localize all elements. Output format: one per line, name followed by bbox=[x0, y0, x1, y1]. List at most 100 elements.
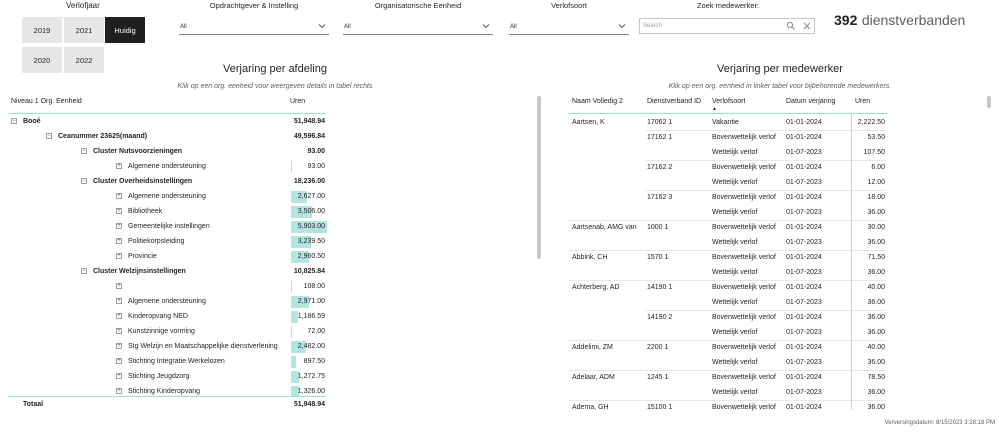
left-table-row[interactable]: +108.00 bbox=[8, 279, 328, 294]
expand-icon[interactable]: + bbox=[116, 388, 122, 394]
left-table-row[interactable]: − Cluster Nutsvoorzieningen 93.00 bbox=[8, 144, 328, 159]
expand-icon[interactable]: + bbox=[116, 313, 122, 319]
right-table-row[interactable]: 14190 2 Bovenwettelijk verlof 01-01-2024 36… bbox=[569, 310, 889, 325]
cell-naam bbox=[572, 190, 644, 205]
collapse-icon[interactable]: − bbox=[81, 268, 87, 274]
right-table-row[interactable]: Wettelijk verlof 01-07-2023 36.00 bbox=[569, 205, 889, 220]
left-table-row[interactable]: + Stg Welzijn en Maatschappelijke dienstv… bbox=[8, 339, 328, 354]
cell-uren: 107.50 bbox=[863, 149, 885, 156]
left-table-row[interactable]: + Algemene ondersteuning 2,971.00 bbox=[8, 294, 328, 309]
collapse-icon[interactable]: − bbox=[11, 118, 17, 124]
cell-datum: 01-07-2023 bbox=[786, 179, 822, 186]
dropdown-verlofsoort[interactable]: All bbox=[509, 19, 629, 35]
left-table-row[interactable]: + Politiekorpsleiding 3,239.50 bbox=[8, 234, 328, 249]
right-table-row[interactable]: Wettelijk verlof 01-07-2023 36.00 bbox=[569, 385, 889, 400]
left-table-row[interactable]: − Cluster Welzijnsinstellingen 10,825.84 bbox=[8, 264, 328, 279]
left-table-row[interactable]: + Algemene ondersteuning 93.00 bbox=[8, 159, 328, 174]
expand-icon[interactable]: + bbox=[116, 238, 122, 244]
left-header-uren[interactable]: Uren bbox=[290, 98, 305, 105]
sort-ascending-icon[interactable]: ▲ bbox=[712, 106, 717, 112]
expand-icon[interactable]: + bbox=[116, 283, 122, 289]
left-table-row[interactable]: + Stichting Kinderopvang 1,326.00 bbox=[8, 384, 328, 396]
right-table-row[interactable]: Addelimi, ZM 2200 1 Bovenwettelijk verlof 0… bbox=[569, 340, 889, 355]
year-button-2019[interactable]: 2019 bbox=[22, 17, 62, 43]
cell-naam: Aartsenab, AMG van bbox=[572, 224, 637, 231]
right-table-row[interactable]: Wettelijk verlof 01-07-2023 36.00 bbox=[569, 355, 889, 370]
expand-icon[interactable]: + bbox=[116, 223, 122, 229]
row-label: Kinderopvang NED bbox=[128, 313, 188, 320]
left-table-row[interactable]: + Provincie 2,960.50 bbox=[8, 249, 328, 264]
expand-icon[interactable]: + bbox=[116, 358, 122, 364]
right-table-row[interactable]: Adema, GH 15100 1 Bovenwettelijk verlof 01-… bbox=[569, 400, 889, 414]
collapse-icon[interactable]: − bbox=[81, 178, 87, 184]
dropdown-opdrachtgever[interactable]: All bbox=[179, 19, 329, 35]
cell-uren: 78.50 bbox=[867, 374, 885, 381]
cell-soort: Bovenwettelijk verlof bbox=[712, 404, 776, 411]
cell-naam bbox=[572, 385, 644, 400]
right-header-verlofsoort[interactable]: Verlofsoort bbox=[712, 98, 745, 105]
left-table-row[interactable]: − Ceanummer 23625(maand) 49,596.84 bbox=[8, 129, 328, 144]
expand-icon[interactable]: + bbox=[116, 253, 122, 259]
cell-naam bbox=[572, 355, 644, 370]
left-table-row[interactable]: + Gemeentelijke instellingen 5,903.00 bbox=[8, 219, 328, 234]
right-table-row[interactable]: 17162 1 Bovenwettelijk verlof 01-01-2024 53… bbox=[569, 130, 889, 145]
right-table-row[interactable]: Wettelijk verlof 01-07-2023 107.50 bbox=[569, 145, 889, 160]
right-table-row[interactable]: 17162 2 Bovenwettelijk verlof 01-01-2024 6.… bbox=[569, 160, 889, 175]
cell-uren: 2,222.50 bbox=[857, 119, 885, 126]
cell-id: 1000 1 bbox=[647, 224, 669, 231]
search-icon[interactable] bbox=[786, 21, 796, 31]
left-scrollbar[interactable] bbox=[537, 96, 541, 259]
right-table-row[interactable]: Wettelijk verlof 01-07-2023 12.00 bbox=[569, 175, 889, 190]
expand-icon[interactable]: + bbox=[116, 328, 122, 334]
left-table-row[interactable]: − Cluster Overheidsinstellingen 18,236.00 bbox=[8, 174, 328, 189]
right-header-naam[interactable]: Naam Volledig 2 bbox=[572, 98, 623, 105]
cell-datum: 01-01-2024 bbox=[786, 284, 822, 291]
right-table-row[interactable]: Wettelijk verlof 01-07-2023 36.00 bbox=[569, 325, 889, 340]
right-table-row[interactable]: Wettelijk verlof 01-07-2023 36.00 bbox=[569, 235, 889, 250]
right-table-row[interactable]: Achterberg, AD 14190 1 Bovenwettelijk verl… bbox=[569, 280, 889, 295]
cell-id: 17162 2 bbox=[647, 164, 673, 171]
cell-soort: Bovenwettelijk verlof bbox=[712, 164, 776, 171]
right-header-datum[interactable]: Datum verjaring bbox=[786, 98, 835, 105]
left-table-row[interactable]: + Bibliotheek 3,506.00 bbox=[8, 204, 328, 219]
left-header-org-eenheid[interactable]: Niveau 1 Org. Eenheid bbox=[11, 98, 82, 105]
row-value: 93.00 bbox=[307, 148, 325, 155]
right-table-row[interactable]: Wettelijk verlof 01-07-2023 36.00 bbox=[569, 295, 889, 310]
right-header-dienstverband[interactable]: Dienstverband ID bbox=[647, 98, 701, 105]
expand-icon[interactable]: + bbox=[116, 298, 122, 304]
search-placeholder: Search bbox=[643, 23, 663, 29]
left-table-row[interactable]: + Stichting Integratie Werkelozen 897.50 bbox=[8, 354, 328, 369]
search-input[interactable]: Search bbox=[639, 18, 815, 34]
right-scrollbar[interactable] bbox=[987, 96, 991, 108]
expand-icon[interactable]: + bbox=[116, 163, 122, 169]
expand-icon[interactable]: + bbox=[116, 343, 122, 349]
left-table-row[interactable]: + Kinderopvang NED 1,186.59 bbox=[8, 309, 328, 324]
dropdown-org-eenheid[interactable]: All bbox=[343, 19, 493, 35]
expand-icon[interactable]: + bbox=[116, 373, 122, 379]
year-button-huidig[interactable]: Huidig bbox=[105, 17, 145, 43]
left-total-label: Totaal bbox=[23, 401, 44, 408]
right-header-uren[interactable]: Uren bbox=[855, 98, 870, 105]
left-table-row[interactable]: + Algemene ondersteuning 2,627.00 bbox=[8, 189, 328, 204]
left-table-row[interactable]: + Kunstzinnige vorming 72.00 bbox=[8, 324, 328, 339]
expand-icon[interactable]: + bbox=[116, 193, 122, 199]
right-table-row[interactable]: Adelaar, ADM 1245 1 Bovenwettelijk verlof 0… bbox=[569, 370, 889, 385]
cell-uren: 36.00 bbox=[867, 404, 885, 411]
collapse-icon[interactable]: − bbox=[81, 148, 87, 154]
cell-uren: 36.00 bbox=[867, 209, 885, 216]
right-table-row[interactable]: Aartsenab, AMG van 1000 1 Bovenwettelijk v… bbox=[569, 220, 889, 235]
clear-icon[interactable] bbox=[802, 21, 812, 31]
expand-icon[interactable]: + bbox=[116, 208, 122, 214]
right-table-row[interactable]: Abbink, CH 1570 1 Bovenwettelijk verlof 01-… bbox=[569, 250, 889, 265]
right-table-row[interactable]: Aartsen, K 17062 1 Vakantie 01-01-2024 2,222… bbox=[569, 115, 889, 130]
year-button-2021[interactable]: 2021 bbox=[64, 17, 104, 43]
collapse-icon[interactable]: − bbox=[46, 133, 52, 139]
row-label: Cluster Nutsvoorzieningen bbox=[93, 148, 183, 155]
right-table-row[interactable]: 17162 3 Bovenwettelijk verlof 01-01-2024 18… bbox=[569, 190, 889, 205]
right-table-row[interactable]: Wettelijk verlof 01-07-2023 36.00 bbox=[569, 265, 889, 280]
cell-soort: Vakantie bbox=[712, 119, 739, 126]
year-button-2022[interactable]: 2022 bbox=[64, 47, 104, 73]
left-table-row[interactable]: − Booé 51,948.94 bbox=[8, 114, 328, 129]
left-table-row[interactable]: + Stichting Jeugdzorg 1,272.75 bbox=[8, 369, 328, 384]
year-button-2020[interactable]: 2020 bbox=[22, 47, 62, 73]
